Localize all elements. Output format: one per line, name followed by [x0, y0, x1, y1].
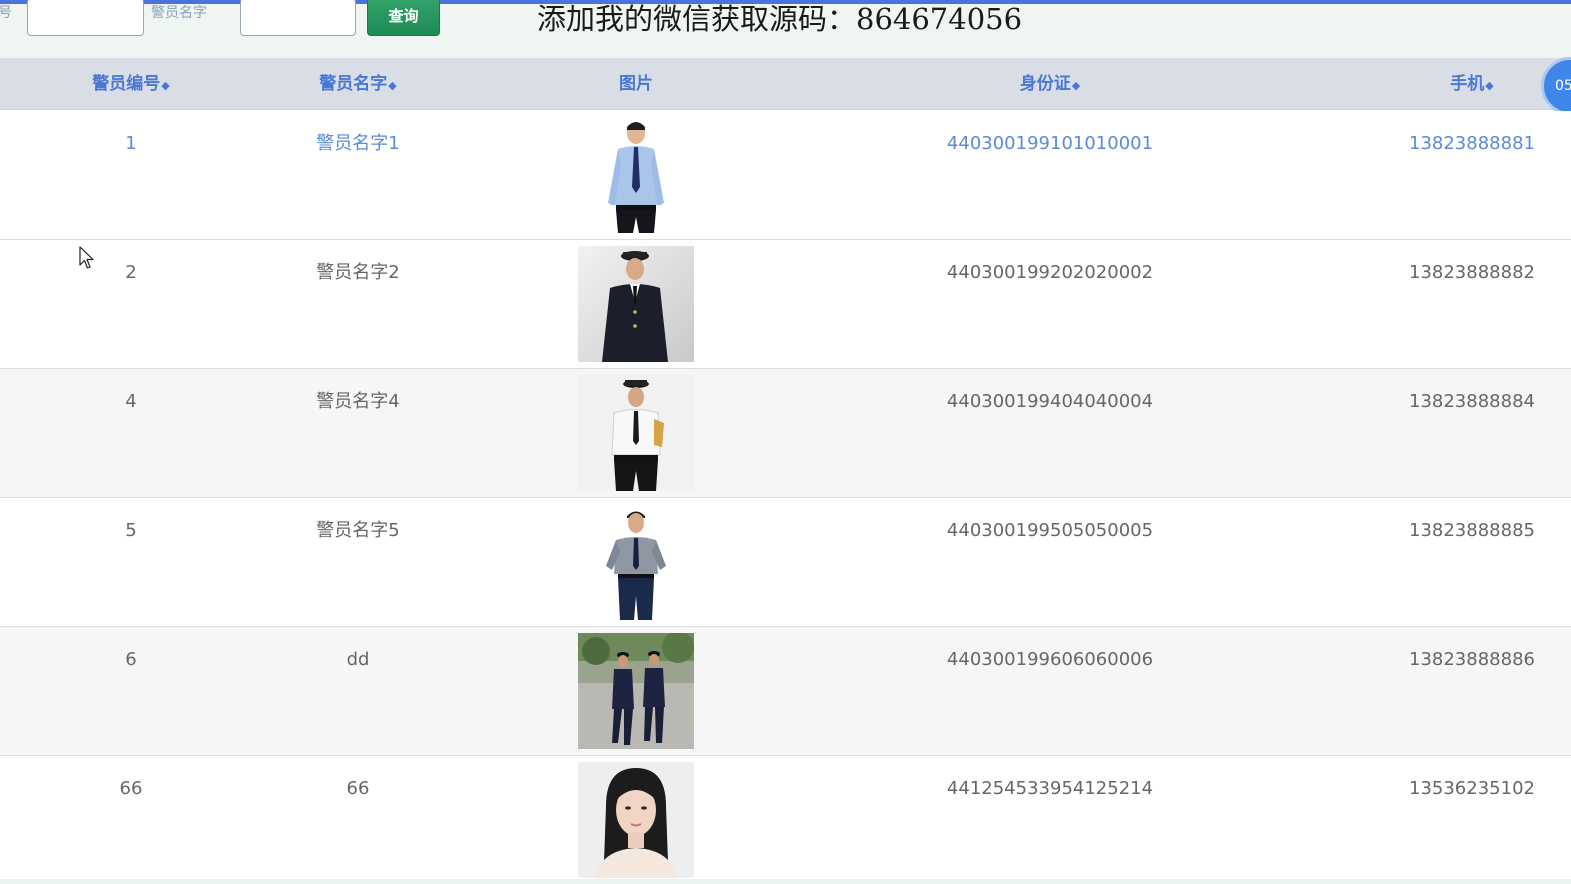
mouse-cursor-icon: [79, 246, 94, 269]
header-label: 手机: [1450, 74, 1485, 94]
cell-idcard: 440300199101010001: [946, 133, 1154, 154]
cell-phone: 13823888882: [1409, 262, 1535, 283]
cell-police-name: 警员名字4: [316, 391, 400, 412]
watermark-text: 添加我的微信获取源码：864674056: [537, 2, 1023, 36]
woman-portrait-image: [578, 762, 694, 878]
sort-icon[interactable]: ◆: [161, 79, 169, 92]
table-header: 警员编号◆ 警员名字◆ 图片 身份证◆ 手机◆: [0, 58, 1571, 110]
table-row[interactable]: 66 66 441254533954125214 13536235102: [0, 756, 1571, 884]
sort-icon[interactable]: ◆: [1485, 79, 1493, 92]
police-photo[interactable]: [578, 375, 694, 491]
cell-police-id: 2: [125, 262, 137, 283]
sort-icon[interactable]: ◆: [388, 79, 396, 92]
table-row[interactable]: 6 dd 440300199606060006 13823888886: [0, 627, 1571, 756]
cell-phone: 13823888885: [1409, 520, 1535, 541]
cell-phone: 13536235102: [1409, 778, 1535, 799]
cell-idcard: 440300199202020002: [946, 262, 1154, 283]
table-row[interactable]: 5 警员名字5 440300199505050005 13823888885: [0, 498, 1571, 627]
police-photo[interactable]: [588, 117, 684, 233]
cell-idcard: 440300199606060006: [946, 649, 1154, 670]
security-grey-shirt-image: [588, 504, 684, 620]
column-header-photo: 图片: [536, 58, 736, 110]
cell-phone: 13823888881: [1409, 133, 1535, 154]
header-label: 警员编号: [92, 74, 161, 94]
header-label: 身份证: [1019, 74, 1071, 94]
query-button[interactable]: 查询: [367, 0, 440, 36]
sort-icon[interactable]: ◆: [1072, 79, 1080, 92]
cell-idcard: 441254533954125214: [946, 778, 1154, 799]
police-white-shirt-image: [578, 375, 694, 491]
cell-police-id: 1: [125, 133, 137, 154]
table-row[interactable]: 2 警员名字2 440300199202020002 13823888882: [0, 240, 1571, 369]
column-header-idcard[interactable]: 身份证◆: [900, 58, 1200, 110]
page-bottom-edge: [0, 879, 1571, 884]
header-label: 警员名字: [319, 74, 388, 94]
cell-police-id: 66: [119, 778, 143, 799]
table-row[interactable]: 4 警员名字4 440300199404040004 13823888884: [0, 369, 1571, 498]
cell-police-id: 6: [125, 649, 137, 670]
search-label-name: 警员名字: [151, 5, 207, 21]
table-row[interactable]: 1 警员名字1 440300199101010001 13823888881: [0, 111, 1571, 240]
cell-police-name: 66: [346, 778, 370, 799]
column-header-police-name[interactable]: 警员名字◆: [258, 58, 458, 110]
police-light-blue-shirt-image: [588, 117, 684, 233]
header-label: 图片: [619, 74, 653, 94]
column-header-police-id[interactable]: 警员编号◆: [31, 58, 231, 110]
cell-police-id: 4: [125, 391, 137, 412]
cell-phone: 13823888884: [1409, 391, 1535, 412]
search-label-id: 号: [0, 5, 12, 21]
cell-idcard: 440300199404040004: [946, 391, 1154, 412]
police-photo[interactable]: [588, 504, 684, 620]
police-dark-uniform-image: [578, 246, 694, 362]
two-officers-walking-image: [578, 633, 694, 749]
cell-police-name: dd: [346, 649, 370, 670]
police-photo[interactable]: [578, 762, 694, 878]
cell-police-name: 警员名字2: [316, 262, 400, 283]
cell-police-name: 警员名字1: [316, 133, 400, 154]
cell-police-name: 警员名字5: [316, 520, 400, 541]
police-photo[interactable]: [578, 633, 694, 749]
police-name-search-input[interactable]: [240, 0, 356, 36]
cell-idcard: 440300199505050005: [946, 520, 1154, 541]
police-id-search-input[interactable]: [27, 0, 144, 36]
police-photo[interactable]: [578, 246, 694, 362]
cell-phone: 13823888886: [1409, 649, 1535, 670]
cell-police-id: 5: [125, 520, 137, 541]
